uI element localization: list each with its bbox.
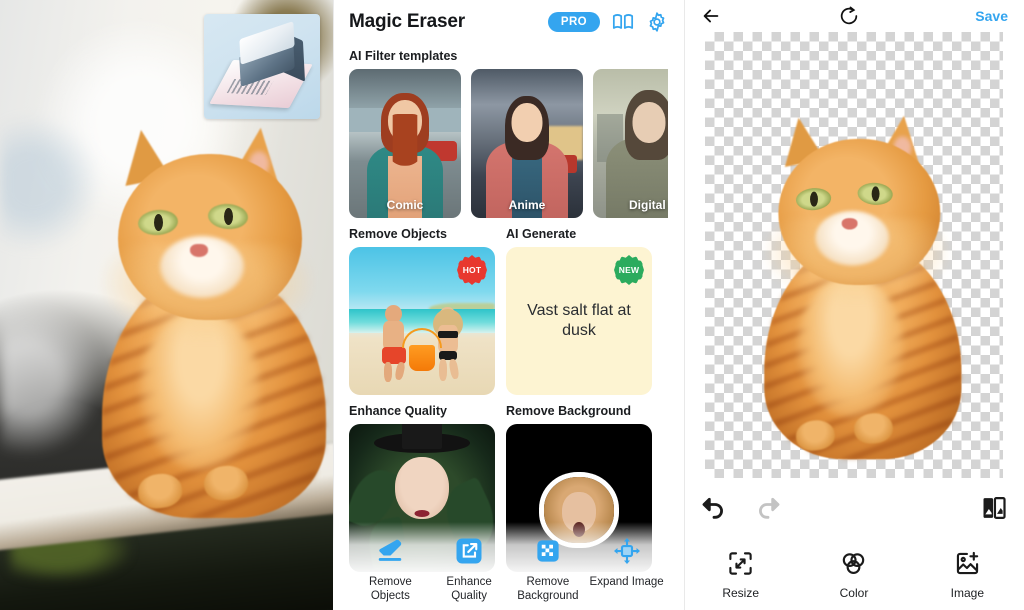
- arrow-left-icon[interactable]: [700, 5, 722, 27]
- undo-icon[interactable]: [700, 494, 728, 522]
- filter-card-anime[interactable]: Anime: [471, 69, 583, 218]
- tool-image[interactable]: Image: [911, 550, 1024, 600]
- tool-label: Resize: [722, 586, 759, 600]
- section-title-remove-objects: Remove Objects: [349, 227, 447, 241]
- section-title-ai-generate: AI Generate: [506, 227, 577, 241]
- section-title-remove-background: Remove Background: [506, 404, 632, 418]
- history-controls: [700, 494, 1008, 522]
- cutout-cat-subject[interactable]: [759, 112, 963, 460]
- checker-square-icon: [533, 536, 563, 566]
- nav-enhance-quality[interactable]: Enhance Quality: [430, 536, 509, 603]
- resize-icon: [727, 550, 754, 577]
- eraser-icon: [375, 536, 405, 566]
- section-title-ai-filter: AI Filter templates: [349, 49, 458, 63]
- editor-toolbar: Resize Color Image: [684, 550, 1024, 600]
- filter-label: Comic: [386, 198, 424, 212]
- nav-expand-image[interactable]: Expand Image: [587, 536, 666, 589]
- pro-badge-button[interactable]: PRO: [547, 12, 600, 32]
- bottom-navigation: Remove Objects Enhance Quality Remove Backg…: [333, 522, 684, 610]
- tool-label: Color: [839, 586, 869, 600]
- magic-eraser-app-icon: [204, 14, 320, 119]
- tool-label: Image: [950, 586, 984, 600]
- badge-new: NEW: [614, 255, 644, 285]
- nav-label: Expand Image: [589, 576, 664, 588]
- gear-icon[interactable]: [646, 11, 668, 33]
- redo-icon[interactable]: [754, 494, 782, 522]
- filter-label: Digital Art: [629, 198, 668, 212]
- filter-card-comic[interactable]: Comic: [349, 69, 461, 218]
- expand-arrows-icon: [612, 536, 642, 566]
- nav-remove-background[interactable]: Remove Background: [509, 536, 588, 603]
- tools-panel: Magic Eraser PRO AI Filter templates Com…: [333, 0, 684, 610]
- tool-color[interactable]: Color: [797, 550, 910, 600]
- page-title: Magic Eraser: [349, 11, 465, 32]
- feature-row-1: Remove Objects HOT AI Generate Vast salt…: [349, 218, 668, 395]
- editor-panel: Save Resize Color Image: [684, 0, 1024, 610]
- cat-subject: [96, 124, 328, 518]
- add-image-icon: [954, 550, 981, 577]
- save-button[interactable]: Save: [975, 8, 1008, 24]
- photo-preview-panel: [0, 0, 333, 610]
- nav-label: Remove Background: [517, 576, 579, 603]
- nav-label: Enhance Quality: [446, 576, 492, 603]
- ai-generate-prompt: Vast salt flat at dusk: [527, 301, 631, 339]
- tool-resize[interactable]: Resize: [684, 550, 797, 600]
- ai-filter-card-row: Comic Anime Digital: [349, 69, 668, 218]
- color-circles-icon: [840, 550, 867, 577]
- filter-card-digital-art[interactable]: Digital Art: [593, 69, 668, 218]
- card-ai-generate[interactable]: Vast salt flat at dusk NEW: [506, 247, 652, 395]
- transparent-canvas[interactable]: [705, 32, 1003, 478]
- compare-split-icon[interactable]: [980, 494, 1008, 522]
- book-icon[interactable]: [612, 11, 634, 33]
- app-root: Magic Eraser PRO AI Filter templates Com…: [0, 0, 1024, 610]
- section-title-enhance-quality: Enhance Quality: [349, 404, 447, 418]
- nav-remove-objects[interactable]: Remove Objects: [351, 536, 430, 603]
- tools-header: Magic Eraser PRO: [349, 0, 668, 40]
- edit-square-icon: [454, 536, 484, 566]
- reset-icon[interactable]: [722, 5, 975, 27]
- filter-label: Anime: [508, 198, 546, 212]
- card-remove-objects[interactable]: HOT: [349, 247, 495, 395]
- nav-label: Remove Objects: [368, 576, 412, 603]
- editor-header: Save: [684, 0, 1024, 32]
